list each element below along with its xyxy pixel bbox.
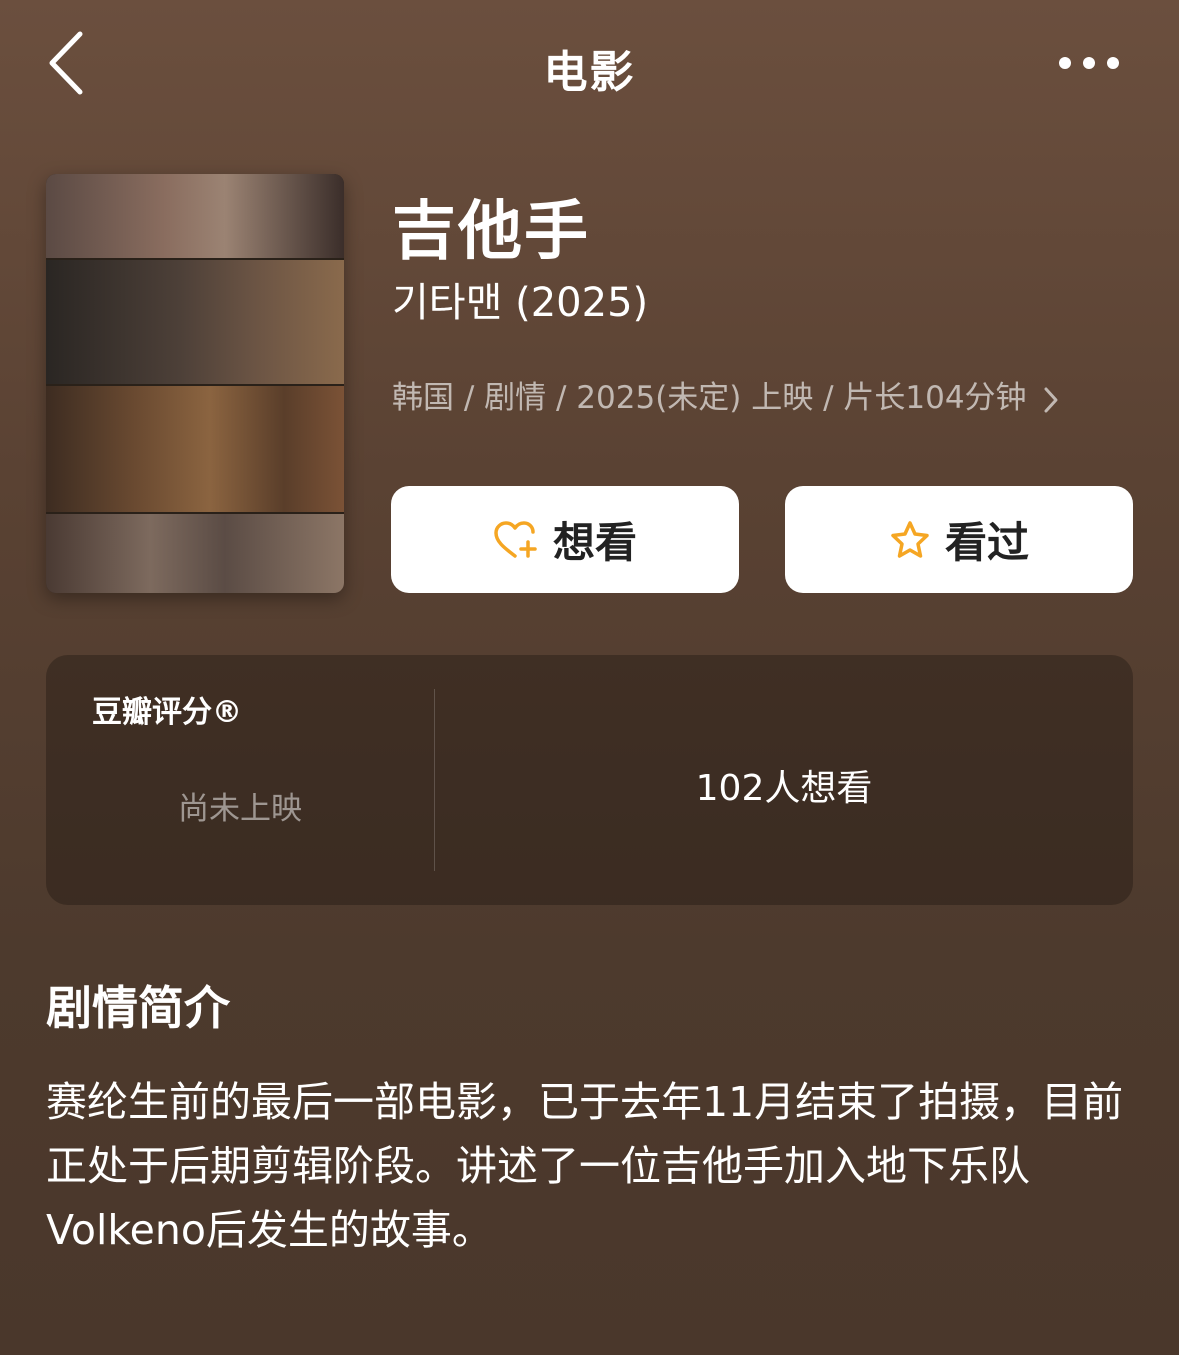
poster-still-3 — [46, 386, 344, 512]
rating-status: 尚未上映 — [178, 791, 302, 827]
poster-still-2 — [46, 260, 344, 384]
chevron-right-icon — [1044, 387, 1058, 412]
more-horizontal-icon — [1059, 57, 1119, 69]
original-title: 기타맨 (2025) — [392, 280, 649, 326]
page-title: 电影 — [543, 47, 636, 98]
movie-poster[interactable] — [46, 174, 344, 593]
poster-still-4 — [46, 514, 344, 593]
movie-meta-link[interactable]: 韩国 / 剧情 / 2025(未定) 上映 / 片长104分钟 — [392, 372, 1060, 417]
wish-count[interactable]: 102人想看 — [435, 759, 1133, 811]
poster-still-1 — [46, 174, 344, 258]
watched-button[interactable]: 看过 — [785, 486, 1133, 593]
douban-rating-label: 豆瓣评分® — [92, 695, 242, 730]
navigation-bar: 电影 — [0, 0, 1179, 128]
more-button[interactable] — [1052, 48, 1128, 78]
watched-label: 看过 — [944, 518, 1029, 567]
heart-plus-icon — [494, 520, 537, 558]
movie-meta-text: 韩国 / 剧情 / 2025(未定) 上映 / 片长104分钟 — [392, 380, 1027, 416]
want-to-watch-label: 想看 — [552, 518, 637, 567]
synopsis-text: 赛纶生前的最后一部电影，已于去年11月结束了拍摄，目前正处于后期剪辑阶段。讲述了… — [46, 1078, 1124, 1254]
movie-title: 吉他手 — [392, 195, 590, 269]
star-icon — [891, 520, 929, 558]
synopsis-title: 剧情简介 — [46, 981, 230, 1035]
rating-card: 豆瓣评分® 尚未上映 102人想看 — [46, 655, 1133, 905]
want-to-watch-button[interactable]: 想看 — [391, 486, 739, 593]
